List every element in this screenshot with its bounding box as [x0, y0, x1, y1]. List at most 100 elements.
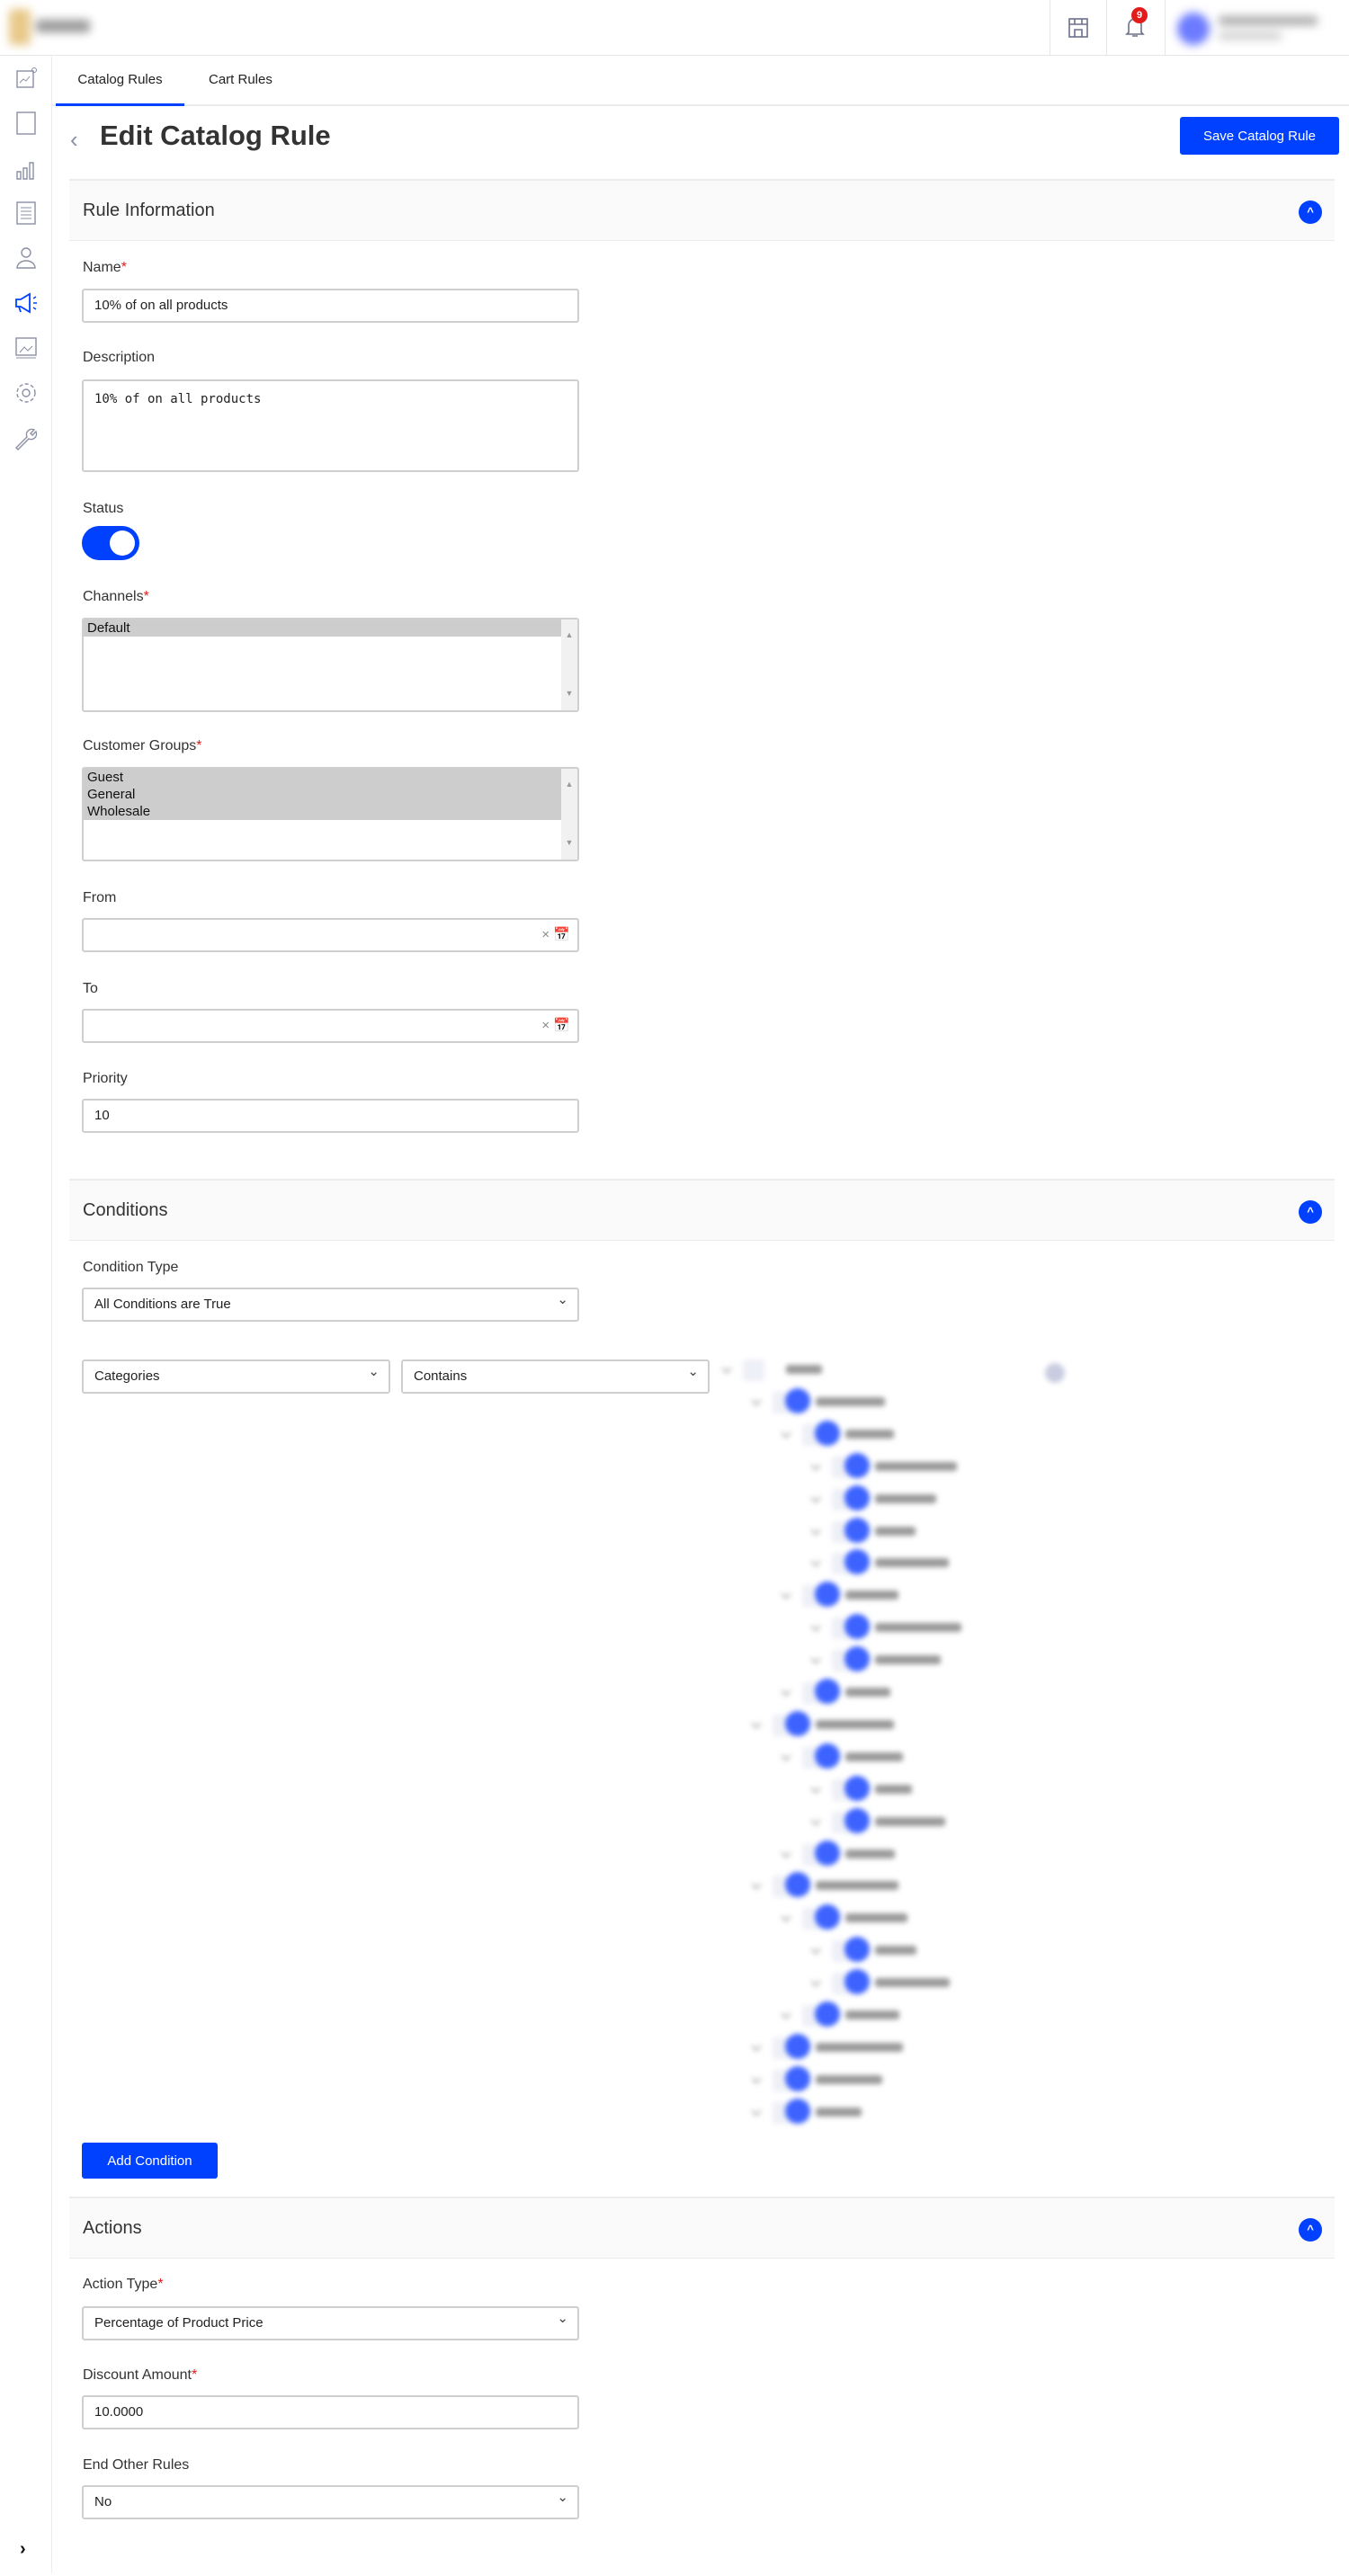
collapse-icon[interactable]: ^ [1299, 1200, 1322, 1224]
expand-icon[interactable] [781, 1428, 791, 1439]
customer-group-option[interactable]: Wholesale [84, 803, 561, 820]
customers-icon[interactable] [13, 245, 40, 272]
tree-node[interactable] [810, 1807, 1082, 1835]
discount-amount-input[interactable]: 10.0000 [82, 2395, 579, 2429]
collapse-icon[interactable]: ^ [1299, 201, 1322, 224]
expand-icon[interactable] [751, 1395, 762, 1406]
checkbox[interactable] [743, 1359, 764, 1381]
settings-icon[interactable] [13, 379, 40, 406]
priority-input[interactable]: 10 [82, 1099, 579, 1133]
tab-catalog-rules[interactable]: Catalog Rules [56, 56, 184, 106]
logo[interactable] [9, 9, 117, 45]
collapse-icon[interactable]: ^ [1299, 2218, 1322, 2242]
tree-node[interactable] [781, 1679, 1052, 1706]
expand-icon[interactable] [810, 1814, 821, 1826]
tree-node[interactable] [751, 1387, 1023, 1415]
expand-icon[interactable] [781, 1847, 791, 1858]
expand-icon[interactable] [751, 2106, 762, 2117]
store-icon[interactable] [1067, 16, 1090, 40]
catalog-icon[interactable] [13, 200, 40, 227]
tree-node[interactable] [810, 1937, 1082, 1964]
channel-option[interactable]: Default [84, 619, 561, 637]
back-icon[interactable]: ‹ [70, 126, 78, 154]
expand-icon[interactable] [810, 1556, 821, 1568]
condition-attribute-select[interactable]: Categories [82, 1357, 390, 1394]
tree-node[interactable] [781, 1582, 1052, 1609]
expand-icon[interactable] [751, 1879, 762, 1891]
expand-icon[interactable] [781, 1912, 791, 1922]
selected-indicator [844, 1937, 870, 1963]
reports-icon[interactable] [13, 155, 40, 182]
customer-group-option[interactable]: Guest [84, 769, 561, 786]
status-toggle[interactable] [82, 526, 139, 560]
name-input[interactable]: 10% of on all products [82, 289, 579, 323]
expand-icon[interactable] [751, 1718, 762, 1729]
tree-node[interactable] [751, 1872, 1023, 1899]
expand-icon[interactable] [810, 1976, 821, 1987]
expand-icon[interactable] [810, 1492, 821, 1503]
tree-node[interactable] [810, 1646, 1082, 1673]
rule-information-header[interactable]: Rule Information ^ [69, 179, 1335, 241]
wrench-icon[interactable] [13, 424, 40, 451]
tree-node[interactable] [751, 1710, 1023, 1738]
expand-icon[interactable] [810, 1621, 821, 1632]
clear-icon[interactable]: × [541, 1018, 549, 1033]
tree-node[interactable] [781, 2001, 1052, 2028]
conditions-header[interactable]: Conditions ^ [69, 1179, 1335, 1241]
tree-node[interactable] [810, 1452, 1082, 1480]
scrollbar[interactable]: ▲ ▼ [561, 769, 577, 860]
remove-condition-icon[interactable] [1045, 1363, 1065, 1383]
tree-node[interactable] [721, 1356, 993, 1383]
expand-sidebar-icon[interactable]: › [20, 2539, 26, 2560]
end-other-rules-select[interactable]: No [82, 2482, 579, 2519]
expand-icon[interactable] [810, 1460, 821, 1471]
customer-group-option[interactable]: General [84, 786, 561, 803]
description-textarea[interactable]: 10% of on all products [82, 379, 579, 472]
tree-node[interactable] [781, 1743, 1052, 1770]
expand-icon[interactable] [751, 2041, 762, 2052]
tree-node[interactable] [810, 1969, 1082, 1996]
tree-node[interactable] [751, 2033, 1023, 2061]
expand-icon[interactable] [781, 1589, 791, 1600]
category-tree[interactable] [721, 1356, 1065, 2124]
marketing-icon[interactable] [13, 290, 40, 316]
cms-icon[interactable] [13, 334, 40, 361]
save-catalog-rule-button[interactable]: Save Catalog Rule [1180, 117, 1339, 155]
user-menu[interactable] [1174, 9, 1345, 49]
condition-type-select[interactable]: All Conditions are True [82, 1285, 579, 1322]
tree-node[interactable] [781, 1904, 1052, 1931]
expand-icon[interactable] [751, 2073, 762, 2084]
tree-node[interactable] [810, 1517, 1082, 1545]
tree-node[interactable] [781, 1420, 1052, 1448]
expand-icon[interactable] [810, 1524, 821, 1536]
tree-node[interactable] [810, 1614, 1082, 1641]
calendar-icon[interactable]: 📅 [553, 1018, 570, 1033]
expand-icon[interactable] [721, 1363, 732, 1374]
expand-icon[interactable] [810, 1944, 821, 1955]
channels-multiselect[interactable]: Default ▲ ▼ [82, 618, 579, 712]
expand-icon[interactable] [810, 1783, 821, 1794]
action-type-select[interactable]: Percentage of Product Price [82, 2304, 579, 2340]
actions-header[interactable]: Actions ^ [69, 2197, 1335, 2259]
tree-node[interactable] [810, 1775, 1082, 1803]
tree-node[interactable] [751, 2065, 1023, 2093]
tree-node[interactable] [781, 1840, 1052, 1867]
to-date-input[interactable]: × 📅 [82, 1009, 579, 1043]
dashboard-icon[interactable] [13, 65, 40, 92]
calendar-icon[interactable]: 📅 [553, 927, 570, 942]
expand-icon[interactable] [781, 2009, 791, 2019]
expand-icon[interactable] [781, 1686, 791, 1697]
expand-icon[interactable] [810, 1653, 821, 1664]
orders-icon[interactable] [13, 110, 40, 137]
customer-groups-multiselect[interactable]: Guest General Wholesale ▲ ▼ [82, 767, 579, 861]
tree-node[interactable] [810, 1549, 1082, 1576]
tree-node[interactable] [810, 1484, 1082, 1512]
tree-node[interactable] [751, 2098, 1023, 2126]
from-date-input[interactable]: × 📅 [82, 918, 579, 952]
tab-cart-rules[interactable]: Cart Rules [209, 56, 272, 106]
condition-operator-select[interactable]: Contains [401, 1357, 710, 1394]
clear-icon[interactable]: × [541, 927, 549, 942]
expand-icon[interactable] [781, 1751, 791, 1761]
scrollbar[interactable]: ▲ ▼ [561, 619, 577, 710]
add-condition-button[interactable]: Add Condition [82, 2143, 218, 2179]
